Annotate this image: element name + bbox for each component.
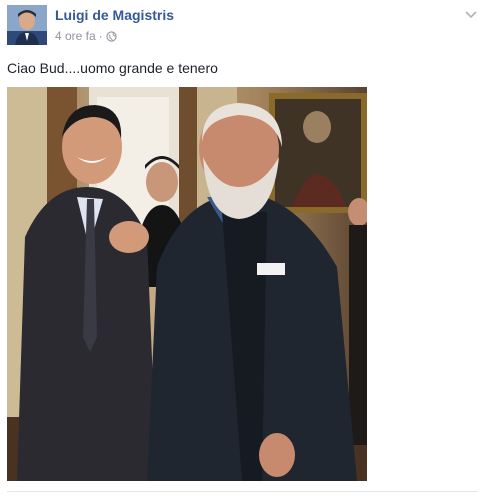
post-photo[interactable] [7,87,367,481]
avatar-image [7,5,47,45]
avatar[interactable] [7,5,47,45]
facebook-post: Luigi de Magistris 4 ore fa · Ciao Bud..… [0,0,485,499]
globe-icon [106,30,117,42]
post-options-chevron-down-icon[interactable] [462,7,480,23]
post-timestamp[interactable]: 4 ore fa [55,29,96,43]
photo-illustration [7,87,367,481]
post-divider [7,491,478,492]
post-meta: 4 ore fa · [55,29,117,43]
post-text: Ciao Bud....uomo grande e tenero [7,60,218,76]
author-name-link[interactable]: Luigi de Magistris [55,7,174,23]
meta-separator: · [98,29,103,43]
